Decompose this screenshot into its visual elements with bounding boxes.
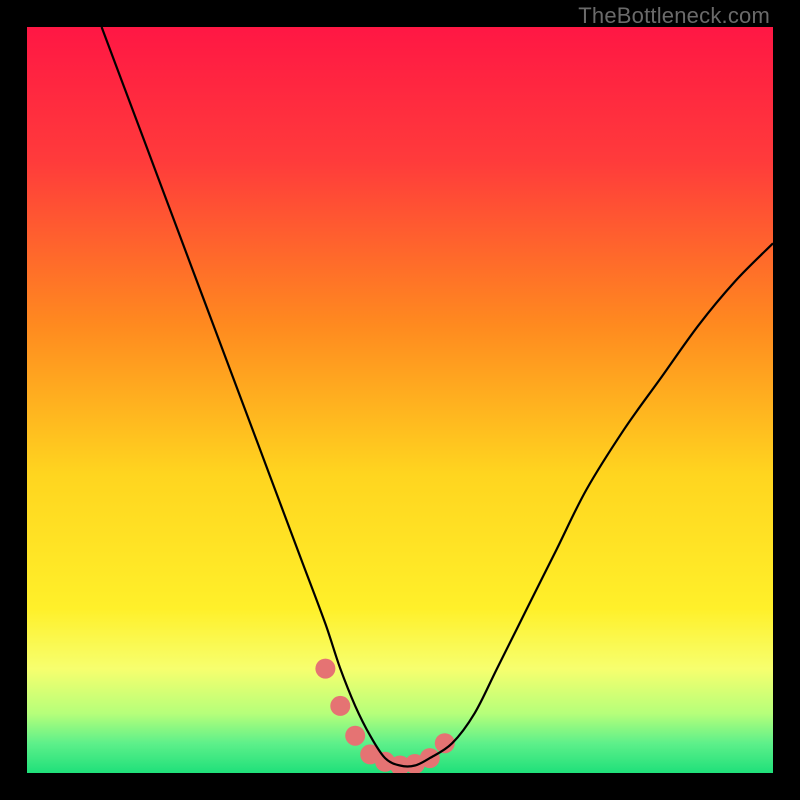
gradient-rect — [27, 27, 773, 773]
chart-background-gradient — [27, 27, 773, 773]
watermark-text: TheBottleneck.com — [578, 3, 770, 29]
chart-frame — [27, 27, 773, 773]
